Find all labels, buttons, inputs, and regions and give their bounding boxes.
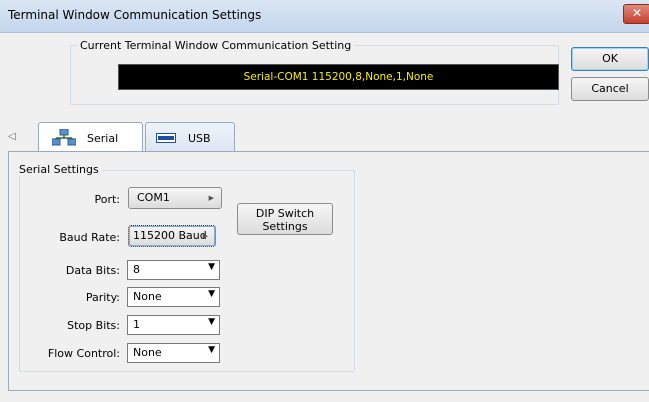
port-value: COM1 <box>137 191 170 204</box>
flow-control-select[interactable]: None ▼ <box>127 343 220 363</box>
chevron-right-icon: ▶ <box>208 194 214 202</box>
data-bits-select[interactable]: 8 ▼ <box>127 260 220 280</box>
stop-bits-select[interactable]: 1 ▼ <box>127 315 220 335</box>
parity-select[interactable]: None ▼ <box>127 287 220 307</box>
flow-control-label: Flow Control: <box>47 347 120 360</box>
stop-bits-value: 1 <box>133 318 140 331</box>
current-setting-legend: Current Terminal Window Communication Se… <box>77 39 355 52</box>
dip-switch-label-line1: DIP Switch <box>255 207 315 220</box>
window-title: Terminal Window Communication Settings <box>8 8 262 22</box>
dip-switch-label-line2: Settings <box>262 220 308 233</box>
close-button[interactable]: ✕ <box>623 4 649 24</box>
data-bits-value: 8 <box>133 263 140 276</box>
baud-rate-value: 115200 Baud <box>133 229 207 242</box>
usb-icon <box>156 133 176 143</box>
dip-switch-settings-button[interactable]: DIP Switch Settings <box>237 203 333 235</box>
dropdown-arrow-icon: ▼ <box>208 317 215 327</box>
cancel-button[interactable]: Cancel <box>571 77 649 101</box>
current-setting-display: Serial-COM1 115200,8,None,1,None <box>118 64 559 90</box>
tab-usb-label: USB <box>188 132 211 145</box>
tab-usb[interactable]: USB <box>145 122 235 152</box>
baud-rate-button[interactable]: 115200 Baud ▶ <box>128 225 216 247</box>
baud-rate-label: Baud Rate: <box>59 231 120 244</box>
parity-value: None <box>133 290 162 303</box>
dropdown-arrow-icon: ▼ <box>208 289 215 299</box>
tab-serial-label: Serial <box>87 132 119 145</box>
parity-label: Parity: <box>85 291 120 304</box>
dropdown-arrow-icon: ▼ <box>208 262 215 272</box>
flow-control-value: None <box>133 346 162 359</box>
tab-scroll-left-icon[interactable]: ◁ <box>8 131 16 142</box>
port-button[interactable]: COM1 ▶ <box>128 187 222 209</box>
port-label: Port: <box>94 193 120 206</box>
dropdown-arrow-icon: ▼ <box>208 345 215 355</box>
data-bits-label: Data Bits: <box>65 264 120 277</box>
ok-button[interactable]: OK <box>571 47 649 71</box>
tab-serial[interactable]: Serial <box>38 122 143 152</box>
serial-settings-legend: Serial Settings <box>16 163 102 176</box>
chevron-right-icon: ▶ <box>202 232 208 240</box>
network-icon <box>52 129 76 146</box>
stop-bits-label: Stop Bits: <box>67 319 120 332</box>
title-bar: Terminal Window Communication Settings ✕ <box>0 0 649 33</box>
